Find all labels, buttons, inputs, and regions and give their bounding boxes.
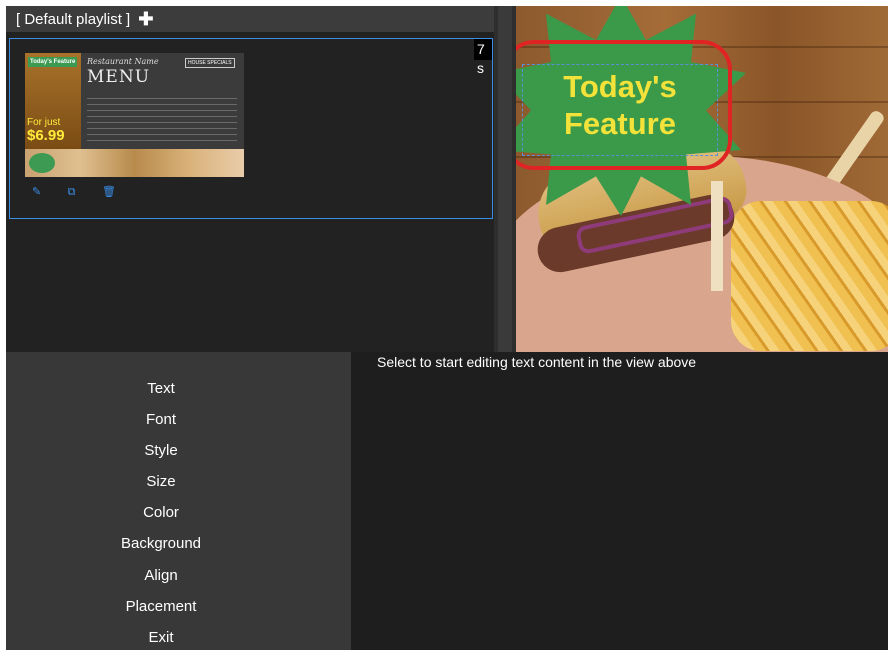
thumbnail-house-specials: HOUSE SPECIALS: [185, 58, 235, 68]
fries-image: [731, 201, 888, 351]
menu-item-color[interactable]: Color: [6, 497, 316, 528]
text-edit-menu: Text Font Style Size Color Background Al…: [6, 352, 351, 650]
thumbnail-promo-panel: Today's Feature For just $6.99: [25, 53, 81, 149]
highlight-outline: [516, 40, 732, 170]
menu-item-placement[interactable]: Placement: [6, 591, 316, 622]
plus-icon[interactable]: ✚: [138, 6, 153, 32]
playlist-header[interactable]: [ Default playlist ] ✚: [6, 6, 494, 32]
scrollbar-track[interactable]: [498, 6, 512, 352]
slide-thumbnail[interactable]: Today's Feature For just $6.99 Restauran…: [25, 53, 244, 177]
trash-icon[interactable]: 🗑: [102, 185, 116, 198]
thumbnail-price: $6.99: [27, 127, 65, 144]
app-window: [ Default playlist ] ✚ 7 s Today's Featu…: [6, 6, 888, 650]
menu-item-text[interactable]: Text: [6, 373, 316, 404]
slide-preview[interactable]: Today's Feature: [516, 6, 888, 352]
thumbnail-menu-title: MENU: [87, 67, 151, 87]
edit-icon[interactable]: ✎: [32, 185, 41, 198]
playlist-panel: [ Default playlist ] ✚ 7 s Today's Featu…: [6, 6, 494, 352]
menu-item-style[interactable]: Style: [6, 435, 316, 466]
playlist-item[interactable]: 7 s Today's Feature For just $6.99 Resta…: [9, 38, 493, 219]
thumbnail-menu-lines: [87, 93, 237, 143]
thumbnail-food-strip: [25, 149, 244, 177]
menu-item-align[interactable]: Align: [6, 560, 316, 591]
thumbnail-menu-board: Restaurant Name MENU HOUSE SPECIALS: [81, 53, 244, 149]
text-editor-area[interactable]: Select to start editing text content in …: [351, 352, 888, 650]
thumbnail-logo: [29, 153, 55, 173]
copy-icon[interactable]: ⧉: [68, 186, 76, 199]
menu-item-exit[interactable]: Exit: [6, 622, 316, 650]
playlist-title: [ Default playlist ]: [16, 11, 131, 28]
thumbnail-restaurant-name: Restaurant Name: [87, 57, 159, 66]
duration-badge: 7 s: [474, 39, 492, 76]
editor-hint: Select to start editing text content in …: [377, 354, 697, 370]
menu-item-size[interactable]: Size: [6, 466, 316, 497]
thumbnail-badge: Today's Feature: [28, 57, 78, 67]
skewer-image: [711, 181, 723, 291]
panel-scrollbar[interactable]: [494, 6, 516, 352]
menu-item-background[interactable]: Background: [6, 528, 316, 559]
item-actions: ✎ ⧉ 🗑: [32, 182, 138, 200]
menu-item-font[interactable]: Font: [6, 404, 316, 435]
